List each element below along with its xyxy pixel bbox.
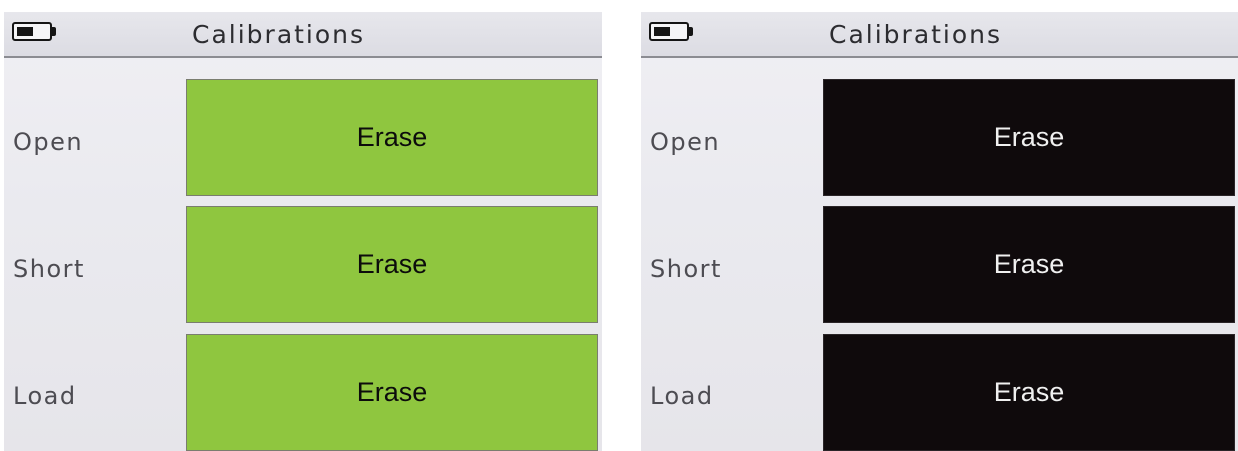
status-bar: Calibrations (4, 12, 602, 58)
erase-short-button[interactable]: Erase (186, 206, 598, 323)
erase-load-button[interactable]: Erase (823, 334, 1235, 451)
row-label-short: Short (13, 255, 85, 283)
battery-tip (689, 27, 693, 36)
erase-open-button[interactable]: Erase (186, 79, 598, 196)
row-label-load: Load (13, 382, 77, 410)
screen-title: Calibrations (192, 20, 366, 49)
row-label-open: Open (13, 128, 84, 156)
battery-level (17, 27, 33, 36)
battery-tip (52, 27, 56, 36)
row-label-load: Load (650, 382, 714, 410)
row-label-short: Short (650, 255, 722, 283)
calibrations-screen-black: Calibrations Open Erase Short Erase Load… (641, 12, 1238, 451)
screen-title: Calibrations (829, 20, 1003, 49)
battery-level (654, 27, 670, 36)
battery-icon (12, 22, 52, 41)
row-label-open: Open (650, 128, 721, 156)
erase-load-button[interactable]: Erase (186, 334, 598, 451)
erase-short-button[interactable]: Erase (823, 206, 1235, 323)
status-bar: Calibrations (641, 12, 1238, 58)
calibrations-screen-green: Calibrations Open Erase Short Erase Load… (4, 12, 602, 451)
battery-icon (649, 22, 689, 41)
erase-open-button[interactable]: Erase (823, 79, 1235, 196)
